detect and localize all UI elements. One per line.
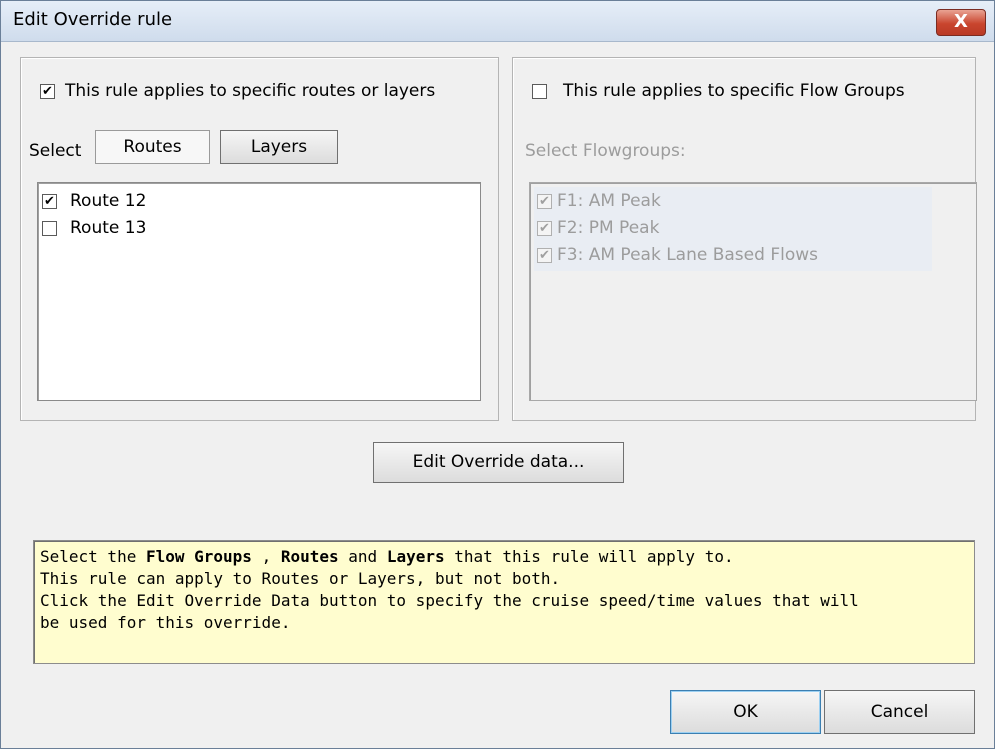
list-item-f1: F1: AM Peak [557,191,661,211]
cancel-button[interactable]: Cancel [824,690,975,734]
route-13-checkbox[interactable] [42,221,57,236]
checkmark-icon: ✔ [539,194,550,209]
routes-layers-checkbox[interactable]: ✔ [40,84,55,99]
ok-button[interactable]: OK [670,690,821,734]
checkmark-icon: ✔ [42,84,53,99]
dialog-window: Edit Override rule X ✔ This rule applies… [0,0,995,749]
f2-checkbox: ✔ [537,221,552,236]
info-line-3: Click the Edit Override Data button to s… [40,591,859,610]
flowgroups-checkbox-label[interactable]: This rule applies to specific Flow Group… [563,81,905,101]
f3-checkbox: ✔ [537,248,552,263]
info-line-4: be used for this override. [40,613,291,632]
route-12-checkbox[interactable]: ✔ [42,194,57,209]
window-title: Edit Override rule [13,9,173,30]
checkmark-icon: ✔ [539,221,550,236]
routes-layers-checkbox-label[interactable]: This rule applies to specific routes or … [65,81,435,101]
title-bar: Edit Override rule X [1,1,994,42]
routes-layers-group: ✔ This rule applies to specific routes o… [20,57,499,421]
info-box: Select the Flow Groups , Routes and Laye… [33,540,975,664]
edit-override-data-button[interactable]: Edit Override data... [373,442,624,483]
checkmark-icon: ✔ [44,194,55,209]
f1-checkbox: ✔ [537,194,552,209]
flowgroups-listbox[interactable]: ✔ F1: AM Peak ✔ F2: PM Peak ✔ F3: AM Pea… [529,182,977,401]
close-button[interactable]: X [936,9,986,36]
tab-routes[interactable]: Routes [95,130,210,164]
select-label: Select [29,141,82,161]
info-line-1: Select the Flow Groups , Routes and Laye… [40,547,734,566]
close-icon: X [954,11,968,32]
flowgroups-checkbox[interactable] [532,84,547,99]
list-item-route-12[interactable]: Route 12 [70,191,146,211]
info-line-2: This rule can apply to Routes or Layers,… [40,569,561,588]
list-item-f2: F2: PM Peak [557,218,660,238]
routes-listbox[interactable]: ✔ Route 12 Route 13 [37,182,481,401]
checkmark-icon: ✔ [539,248,550,263]
tab-layers[interactable]: Layers [220,130,338,164]
flowgroups-group: This rule applies to specific Flow Group… [512,57,977,421]
list-item-f3: F3: AM Peak Lane Based Flows [557,245,818,265]
select-flowgroups-label: Select Flowgroups: [525,141,686,161]
list-item-route-13[interactable]: Route 13 [70,218,146,238]
